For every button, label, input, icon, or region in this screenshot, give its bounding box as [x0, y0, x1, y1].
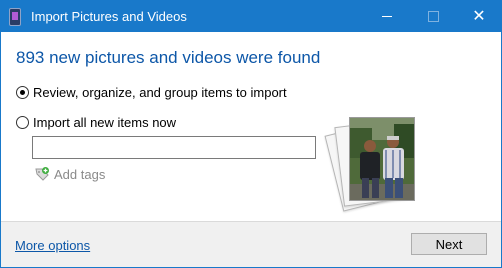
minimize-icon	[382, 16, 392, 17]
maximize-button[interactable]	[410, 1, 456, 32]
maximize-icon	[427, 11, 439, 22]
close-button[interactable]: ✕	[456, 1, 501, 32]
minimize-button[interactable]	[364, 1, 410, 32]
radio-button-selected[interactable]	[16, 86, 29, 99]
phone-icon	[9, 8, 21, 26]
add-tags-label: Add tags	[54, 166, 106, 182]
close-icon: ✕	[472, 7, 486, 25]
radio-button-unselected[interactable]	[16, 116, 29, 129]
photo-image	[350, 118, 414, 200]
dialog-footer: More options Next	[1, 221, 501, 267]
found-items-heading: 893 new pictures and videos were found	[16, 48, 321, 67]
option-import-all[interactable]: Import all new items now	[16, 115, 176, 130]
add-tags-link[interactable]: Add tags	[34, 166, 105, 182]
option-review-organize[interactable]: Review, organize, and group items to imp…	[16, 85, 287, 100]
title-bar[interactable]: Import Pictures and Videos ✕	[1, 1, 501, 32]
photo-thumbnail	[349, 117, 415, 201]
photo-stack-thumbnail	[324, 113, 421, 212]
next-button[interactable]: Next	[411, 233, 487, 255]
tags-input[interactable]	[32, 136, 316, 159]
option-review-label: Review, organize, and group items to imp…	[33, 85, 287, 100]
more-options-link[interactable]: More options	[15, 238, 90, 253]
option-import-all-label: Import all new items now	[33, 115, 177, 130]
import-dialog: Import Pictures and Videos ✕ 893 new pic…	[0, 0, 502, 268]
tag-add-icon	[35, 167, 49, 181]
window-title: Import Pictures and Videos	[31, 9, 187, 24]
